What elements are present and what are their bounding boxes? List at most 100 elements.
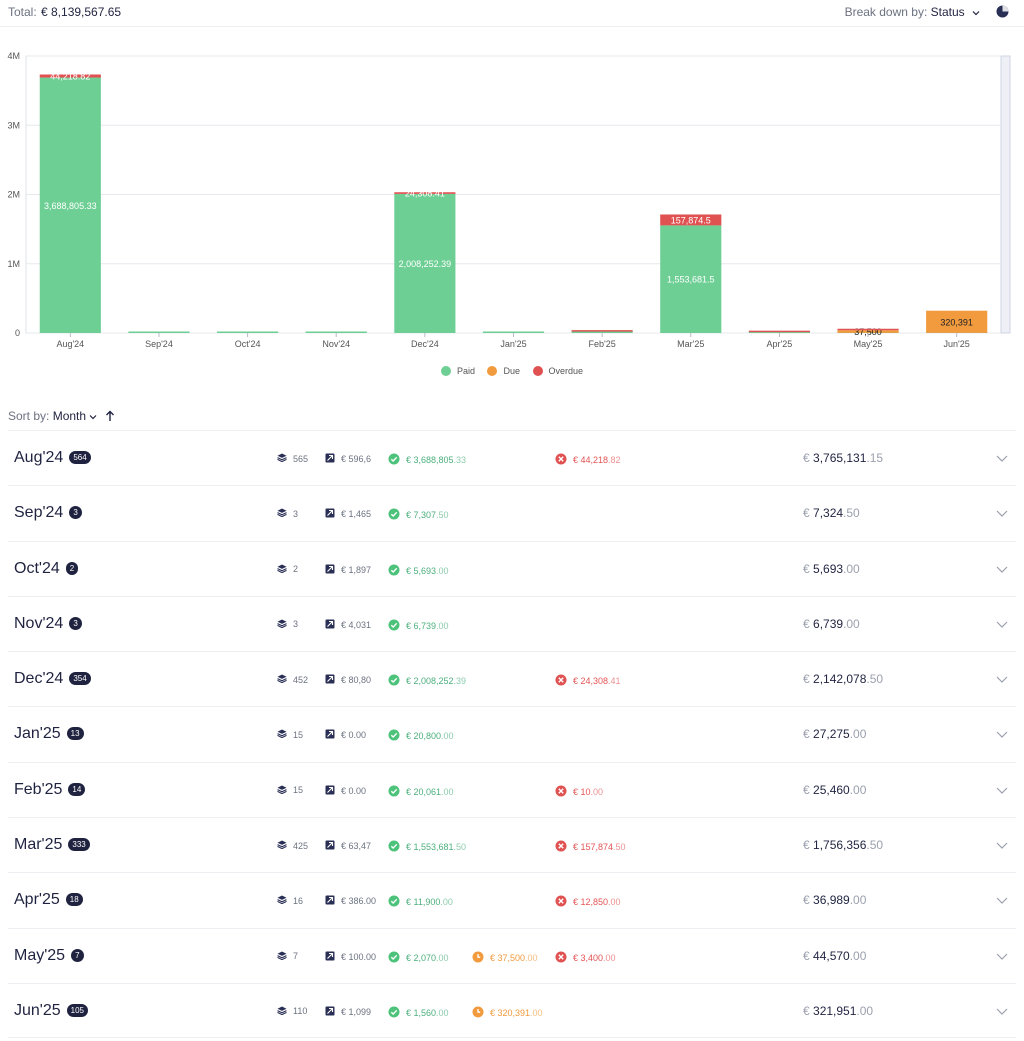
month-row[interactable]: Dec'24 354 452 € 80,80 € 2,008,252.39 € 24,30…	[8, 651, 1016, 706]
chevron-down-icon[interactable]	[995, 949, 1009, 963]
layers-icon	[277, 1006, 293, 1017]
breakdown-selector[interactable]: Break down by: Status	[845, 5, 980, 19]
count-badge: 13	[66, 727, 84, 741]
month-label: Apr'25 18	[14, 891, 83, 909]
layers-icon	[277, 840, 293, 851]
paid-cents: .33	[453, 455, 467, 465]
overdue-amount: € 24,308.41	[555, 674, 621, 688]
month-list: Aug'24 564 565 € 596,6 € 3,688,805.33 € 44,21…	[8, 430, 1016, 1039]
paid-value: € 2,008,252	[406, 676, 454, 687]
due-cents: .00	[525, 952, 538, 963]
y-tick-label: 0	[15, 328, 20, 338]
count-badge: 354	[69, 672, 91, 686]
paid-value: € 6,739	[406, 620, 437, 631]
paid-value: € 11,900	[406, 897, 441, 908]
bar-overdue	[837, 328, 899, 331]
row-total-whole: 1,756,356	[813, 838, 867, 853]
invoice-icon	[325, 1006, 341, 1018]
paid-value: € 7,307	[406, 510, 437, 521]
count-badge: 333	[68, 838, 90, 852]
overdue-amount: € 157,874.50	[555, 840, 626, 854]
month-row[interactable]: Sep'24 3 3 € 1,465 € 7,307.50 € 7,324.50	[8, 485, 1016, 540]
month-row[interactable]: May'25 7 7 € 100.00 € 2,070.00 € 37,500.00 € 3…	[8, 927, 1016, 983]
chevron-down-icon	[972, 11, 980, 16]
x-tick-label: Jan'25	[500, 339, 526, 349]
sort-direction-arrow-icon[interactable]	[105, 410, 115, 422]
overdue-value: € 24,308	[573, 676, 609, 687]
x-circle-icon	[555, 840, 573, 854]
invoiced-value: € 1,099	[341, 1006, 372, 1017]
pie-chart-icon[interactable]	[996, 5, 1009, 18]
sort-value: Month	[52, 409, 87, 423]
summary-bar: Total: € 8,139,567.65 Break down by: Sta…	[0, 0, 1024, 27]
chevron-down-icon[interactable]	[995, 727, 1009, 741]
legend-dot-overdue	[532, 366, 543, 376]
chevron-down-icon[interactable]	[995, 838, 1009, 852]
chevron-down-icon[interactable]	[995, 451, 1009, 465]
item-count: 15	[277, 785, 303, 796]
month-row[interactable]: Mar'25 333 425 € 63,47 € 1,553,681.50 € 157,8…	[8, 817, 1016, 872]
item-count: 15	[277, 729, 303, 740]
legend-item-overdue[interactable]: Overdue	[532, 366, 583, 376]
currency-symbol: €	[803, 727, 814, 742]
paid-amount: € 6,739.00	[388, 619, 449, 633]
month-row[interactable]: Oct'24 2 2 € 1,897 € 5,693.00 € 5,693.00	[8, 540, 1016, 596]
legend-item-paid[interactable]: Paid	[440, 366, 475, 376]
layers-icon	[277, 453, 293, 464]
row-total-whole: 3,765,131	[813, 451, 867, 465]
chevron-down-icon[interactable]	[995, 506, 1009, 520]
sort-selector[interactable]: Sort by: Month	[8, 409, 97, 423]
paid-cents: .00	[436, 620, 449, 631]
chart-scrollbar	[1000, 55, 1011, 334]
legend-item-due[interactable]: Due	[487, 366, 520, 376]
paid-cents: .50	[453, 842, 467, 853]
count-badge: 2	[65, 561, 79, 575]
data-label: 2,008,252.39	[399, 259, 452, 269]
invoiced-amount: € 1,465	[325, 508, 377, 520]
row-total: € 5,693.00	[803, 562, 860, 576]
item-count-value: 425	[293, 840, 309, 851]
currency-symbol: €	[803, 838, 814, 853]
overdue-cents: .50	[613, 842, 626, 853]
x-circle-icon	[555, 674, 573, 688]
invoiced-value: € 596,6	[341, 454, 372, 464]
item-count-value: 110	[293, 1006, 308, 1017]
row-total-cents: .50	[866, 672, 884, 687]
invoiced-value: € 4,031	[341, 619, 372, 630]
invoiced-value: € 0.00	[341, 730, 367, 741]
month-row[interactable]: Aug'24 564 565 € 596,6 € 3,688,805.33 € 44,21…	[8, 430, 1016, 485]
month-name: Jun'25	[14, 1001, 61, 1019]
clock-icon	[472, 1006, 490, 1020]
row-total-cents: .15	[866, 451, 884, 465]
invoiced-amount: € 80,80	[325, 674, 377, 686]
month-label: Mar'25 333	[14, 836, 90, 854]
check-circle-icon	[388, 785, 406, 799]
item-count-value: 565	[293, 453, 309, 464]
chevron-down-icon[interactable]	[995, 783, 1009, 797]
month-row[interactable]: Jan'25 13 15 € 0.00 € 20,800.00 € 27,275.00	[8, 706, 1016, 761]
row-total: € 1,756,356.50	[803, 838, 883, 852]
paid-amount: € 20,800.00	[388, 729, 454, 743]
paid-value: € 20,800	[406, 731, 442, 742]
row-total: € 25,460.00	[803, 783, 866, 797]
paid-amount: € 11,900.00	[388, 895, 453, 909]
chevron-down-icon[interactable]	[995, 562, 1009, 576]
paid-cents: .39	[453, 676, 467, 687]
paid-amount: € 2,070.00	[388, 951, 449, 965]
chevron-down-icon[interactable]	[995, 1004, 1009, 1018]
overdue-cents: .41	[608, 676, 621, 687]
chevron-down-icon[interactable]	[995, 893, 1009, 907]
y-tick-label: 2M	[7, 190, 20, 200]
row-total-whole: 7,324	[813, 506, 844, 521]
chevron-down-icon[interactable]	[995, 672, 1009, 686]
month-row[interactable]: Jun'25 105 110 € 1,099 € 1,560.00 € 320,391.0…	[8, 982, 1016, 1039]
month-name: Nov'24	[14, 614, 64, 632]
month-row[interactable]: Feb'25 14 15 € 0.00 € 20,061.00 € 10.00 € 25,4…	[8, 761, 1016, 817]
x-tick-label: Jun'25	[944, 339, 970, 349]
month-row[interactable]: Apr'25 18 16 € 386.00 € 11,900.00 € 12,850.00…	[8, 872, 1016, 927]
chevron-down-icon[interactable]	[995, 617, 1009, 631]
month-row[interactable]: Nov'24 3 3 € 4,031 € 6,739.00 € 6,739.00	[8, 595, 1016, 651]
month-name: Apr'25	[14, 891, 60, 909]
data-label: 24,308.41	[405, 189, 445, 199]
invoiced-value: € 386.00	[341, 896, 377, 907]
